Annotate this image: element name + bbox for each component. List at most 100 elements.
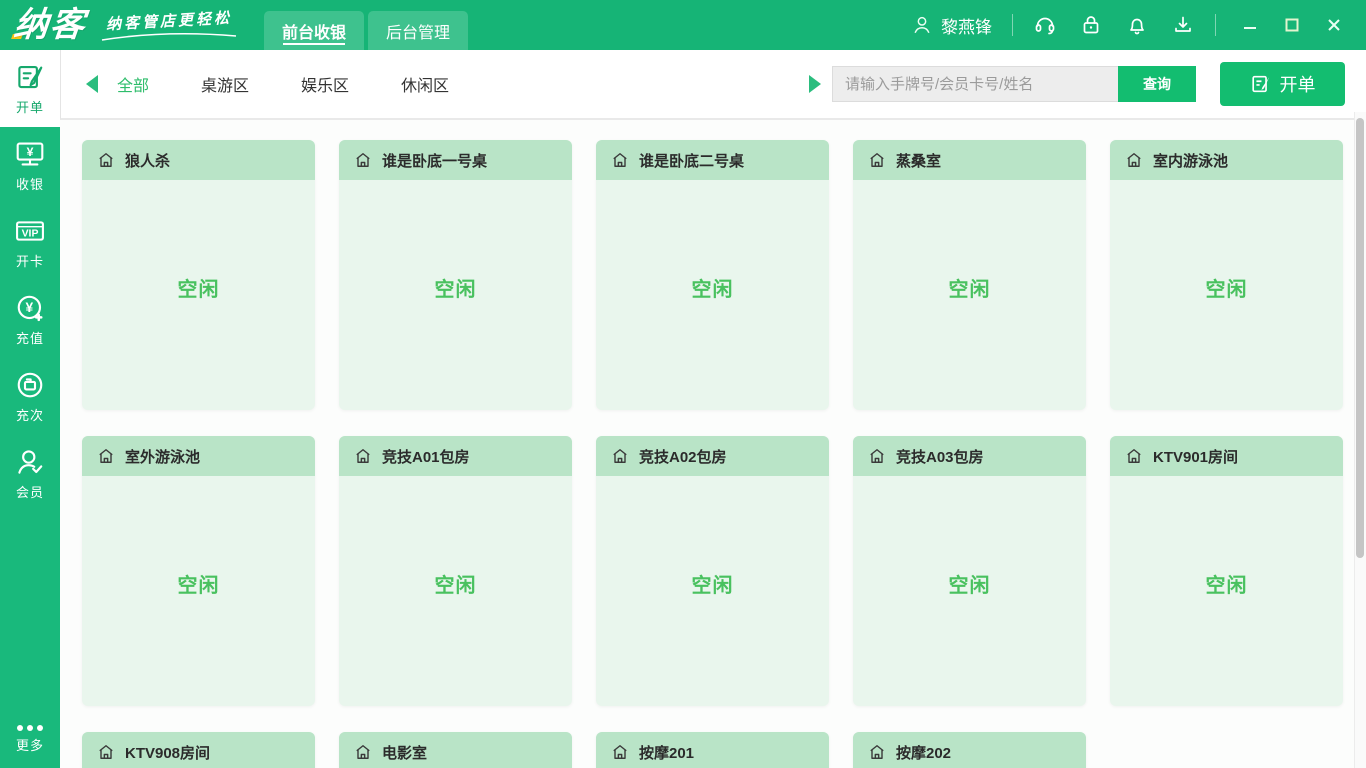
- sidebar-item-member[interactable]: 会员: [0, 435, 60, 512]
- room-card-header: 谁是卧底二号桌: [596, 140, 829, 180]
- room-card[interactable]: KTV908房间空闲: [82, 732, 315, 768]
- room-card[interactable]: 谁是卧底一号桌空闲: [339, 140, 572, 410]
- topbar-separator: [1012, 14, 1013, 36]
- slogan-text: 纳客管店更轻松: [105, 9, 233, 33]
- lock-icon[interactable]: [1079, 13, 1103, 37]
- room-card-body: 空闲: [853, 180, 1086, 410]
- more-dots-icon: [17, 725, 43, 731]
- sidebar-item-cashier[interactable]: ¥ 收银: [0, 127, 60, 204]
- sidebar-more-label: 更多: [15, 738, 44, 753]
- sidebar-item-label: 充值: [15, 330, 44, 346]
- open-order-label: 开单: [1279, 75, 1316, 95]
- scrollbar-track[interactable]: [1354, 112, 1366, 768]
- sidebar-items: 开单 ¥ 收银 VIP 开卡 ¥ 充值 充次 会员: [0, 50, 60, 512]
- room-card[interactable]: 按摩202空闲: [853, 732, 1086, 768]
- room-card[interactable]: 竞技A01包房空闲: [339, 436, 572, 706]
- room-card-body: 空闲: [82, 180, 315, 410]
- room-card[interactable]: 电影室空闲: [339, 732, 572, 768]
- home-icon: [96, 446, 116, 466]
- logo-text: 纳客: [12, 6, 88, 44]
- room-card[interactable]: 蒸桑室空闲: [853, 140, 1086, 410]
- sidebar-item-vip-card[interactable]: VIP 开卡: [0, 204, 60, 281]
- cashier-icon: ¥: [14, 139, 46, 169]
- room-card-header: 竞技A02包房: [596, 436, 829, 476]
- headset-icon[interactable]: [1033, 13, 1057, 37]
- room-name: 竞技A02包房: [639, 448, 727, 466]
- room-card-body: 空闲: [596, 180, 829, 410]
- room-card-header: 室内游泳池: [1110, 140, 1343, 180]
- topbar-icons: [1033, 13, 1195, 37]
- room-card[interactable]: 室内游泳池 空闲: [1110, 140, 1343, 410]
- room-name: KTV908房间: [125, 744, 211, 762]
- category-tab-3[interactable]: 休闲区: [401, 72, 449, 96]
- room-name: 谁是卧底一号桌: [382, 152, 488, 170]
- order-icon: [1250, 73, 1272, 95]
- search-button[interactable]: 查询: [1118, 66, 1196, 102]
- sidebar-item-recharge[interactable]: ¥ 充值: [0, 281, 60, 358]
- main-tabs: 前台收银 后台管理: [264, 0, 468, 50]
- user-box[interactable]: 黎燕锋: [911, 13, 992, 38]
- home-icon: [610, 150, 630, 170]
- room-card[interactable]: 狼人杀空闲: [82, 140, 315, 410]
- sidebar-item-more[interactable]: 更多: [0, 725, 60, 754]
- topbar: 纳客 纳客管店更轻松 前台收银 后台管理 黎燕锋: [0, 0, 1366, 50]
- close-icon[interactable]: [1322, 13, 1346, 37]
- room-name: 按摩202: [896, 744, 952, 762]
- room-card-header: 竞技A01包房: [339, 436, 572, 476]
- tab-1[interactable]: 后台管理: [368, 11, 468, 50]
- download-icon[interactable]: [1171, 13, 1195, 37]
- room-status: 空闲: [177, 574, 220, 597]
- room-card[interactable]: KTV901房间 空闲: [1110, 436, 1343, 706]
- room-card-header: 按摩201: [596, 732, 829, 768]
- room-card[interactable]: 按摩201空闲: [596, 732, 829, 768]
- category-tab-1[interactable]: 桌游区: [201, 72, 249, 96]
- order-icon: [15, 62, 45, 92]
- home-icon: [96, 150, 116, 170]
- tab-0[interactable]: 前台收银: [264, 11, 364, 50]
- sidebar: 开单 ¥ 收银 VIP 开卡 ¥ 充值 充次 会员 更多: [0, 50, 60, 768]
- room-name: 竞技A03包房: [896, 448, 984, 466]
- open-order-button[interactable]: 开单: [1220, 62, 1345, 106]
- room-name: 谁是卧底二号桌: [639, 152, 745, 170]
- room-card-body: 空闲: [82, 476, 315, 706]
- sidebar-item-order[interactable]: 开单: [0, 50, 60, 127]
- maximize-icon[interactable]: [1280, 13, 1304, 37]
- slogan: 纳客管店更轻松: [100, 9, 238, 41]
- scrollbar-thumb[interactable]: [1356, 118, 1364, 558]
- category-tab-2[interactable]: 娱乐区: [301, 72, 349, 96]
- room-card-header: 谁是卧底一号桌: [339, 140, 572, 180]
- recharge-times-icon: [15, 370, 45, 400]
- room-name: 狼人杀: [125, 152, 171, 170]
- minimize-icon[interactable]: [1238, 13, 1262, 37]
- room-card-body: 空闲: [596, 476, 829, 706]
- home-icon: [353, 446, 373, 466]
- sidebar-item-recharge-times[interactable]: 充次: [0, 358, 60, 435]
- room-card-body: 空闲: [339, 476, 572, 706]
- scroll-left-arrow[interactable]: [85, 75, 99, 93]
- room-card-body: 空闲: [1110, 180, 1343, 410]
- room-card[interactable]: 竞技A03包房 空闲: [853, 436, 1086, 706]
- svg-text:VIP: VIP: [22, 228, 39, 239]
- room-status: 空闲: [948, 278, 991, 301]
- room-name: 蒸桑室: [896, 152, 942, 170]
- home-icon: [1124, 446, 1144, 466]
- category-tab-0[interactable]: 全部: [117, 72, 149, 96]
- home-icon: [353, 150, 373, 170]
- member-icon: [15, 447, 45, 477]
- room-status: 空闲: [434, 574, 477, 597]
- room-card[interactable]: 室外游泳池 空闲: [82, 436, 315, 706]
- topbar-right: 黎燕锋: [911, 13, 1366, 38]
- bell-icon[interactable]: [1125, 13, 1149, 37]
- room-card-body: 空闲: [339, 180, 572, 410]
- room-name: 电影室: [382, 744, 428, 762]
- room-card[interactable]: 谁是卧底二号桌空闲: [596, 140, 829, 410]
- room-card-header: KTV901房间: [1110, 436, 1343, 476]
- topbar-separator: [1215, 14, 1216, 36]
- room-status: 空闲: [434, 278, 477, 301]
- scroll-right-arrow[interactable]: [808, 75, 822, 93]
- room-card-header: 室外游泳池: [82, 436, 315, 476]
- home-icon: [610, 742, 630, 762]
- room-card-header: 按摩202: [853, 732, 1086, 768]
- room-card[interactable]: 竞技A02包房空闲: [596, 436, 829, 706]
- search-input[interactable]: [832, 66, 1118, 102]
